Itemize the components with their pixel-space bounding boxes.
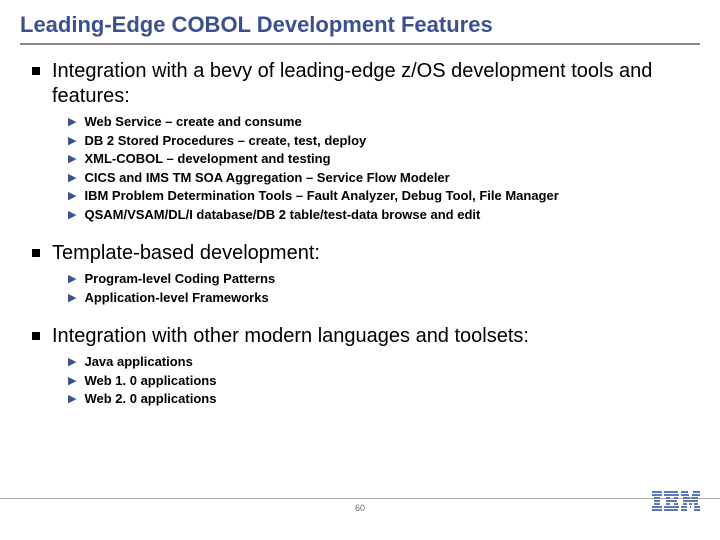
list-item: ▶ QSAM/VSAM/DL/I database/DB 2 table/test…	[68, 206, 700, 224]
list-item: ▶ DB 2 Stored Procedures – create, test, …	[68, 132, 700, 150]
arrow-icon: ▶	[68, 392, 76, 405]
section-3-list: ▶ Java applications ▶ Web 1. 0 application…	[32, 353, 700, 408]
arrow-icon: ▶	[68, 134, 76, 147]
arrow-icon: ▶	[68, 208, 76, 221]
square-bullet-icon	[32, 67, 40, 75]
list-item: ▶ CICS and IMS TM SOA Aggregation – Servi…	[68, 169, 700, 187]
arrow-icon: ▶	[68, 355, 76, 368]
list-item: ▶ Application-level Frameworks	[68, 289, 700, 307]
item-text: Web 2. 0 applications	[84, 390, 216, 408]
item-text: IBM Problem Determination Tools – Fault …	[84, 187, 558, 205]
item-text: Web Service – create and consume	[84, 113, 301, 131]
section-1-title: Integration with a bevy of leading-edge …	[52, 59, 700, 109]
section-2-list: ▶ Program-level Coding Patterns ▶ Applicat…	[32, 270, 700, 306]
section-1: Integration with a bevy of leading-edge …	[20, 59, 700, 223]
section-2: Template-based development: ▶ Program-lev…	[20, 241, 700, 306]
square-bullet-icon	[32, 332, 40, 340]
arrow-icon: ▶	[68, 115, 76, 128]
arrow-icon: ▶	[68, 152, 76, 165]
item-text: Application-level Frameworks	[84, 289, 268, 307]
slide-footer: 60	[0, 498, 720, 530]
arrow-icon: ▶	[68, 189, 76, 202]
item-text: QSAM/VSAM/DL/I database/DB 2 table/test-…	[84, 206, 480, 224]
slide-title: Leading-Edge COBOL Development Features	[20, 12, 700, 45]
section-1-list: ▶ Web Service – create and consume ▶ DB 2 …	[32, 113, 700, 223]
list-item: ▶ Web Service – create and consume	[68, 113, 700, 131]
item-text: Program-level Coding Patterns	[84, 270, 275, 288]
list-item: ▶ IBM Problem Determination Tools – Fault…	[68, 187, 700, 205]
section-2-head: Template-based development:	[32, 241, 700, 266]
item-text: Web 1. 0 applications	[84, 372, 216, 390]
item-text: CICS and IMS TM SOA Aggregation – Servic…	[84, 169, 449, 187]
list-item: ▶ Java applications	[68, 353, 700, 371]
item-text: DB 2 Stored Procedures – create, test, d…	[84, 132, 366, 150]
arrow-icon: ▶	[68, 171, 76, 184]
list-item: ▶ Program-level Coding Patterns	[68, 270, 700, 288]
square-bullet-icon	[32, 249, 40, 257]
item-text: XML-COBOL – development and testing	[84, 150, 330, 168]
section-2-title: Template-based development:	[52, 241, 320, 266]
slide-content: Leading-Edge COBOL Development Features …	[0, 0, 720, 408]
arrow-icon: ▶	[68, 374, 76, 387]
section-3-head: Integration with other modern languages …	[32, 324, 700, 349]
item-text: Java applications	[84, 353, 192, 371]
arrow-icon: ▶	[68, 291, 76, 304]
list-item: ▶ XML-COBOL – development and testing	[68, 150, 700, 168]
section-3: Integration with other modern languages …	[20, 324, 700, 408]
list-item: ▶ Web 2. 0 applications	[68, 390, 700, 408]
section-1-head: Integration with a bevy of leading-edge …	[32, 59, 700, 109]
ibm-logo-icon	[652, 491, 700, 517]
arrow-icon: ▶	[68, 272, 76, 285]
page-number: 60	[355, 503, 365, 513]
list-item: ▶ Web 1. 0 applications	[68, 372, 700, 390]
section-3-title: Integration with other modern languages …	[52, 324, 529, 349]
